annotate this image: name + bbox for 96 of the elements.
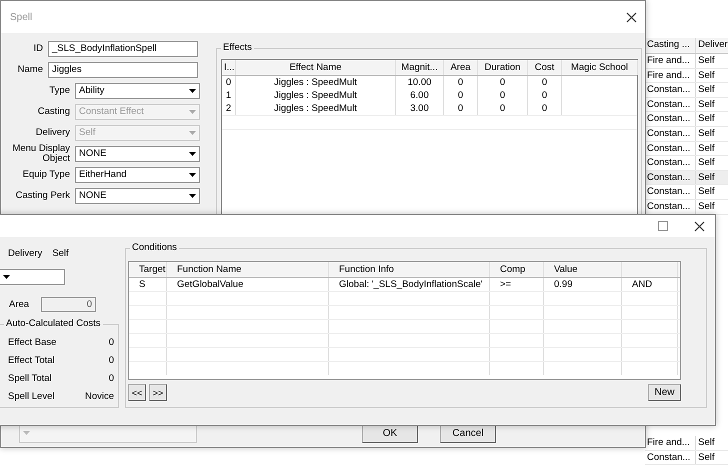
column-header[interactable]: Magic School [562, 60, 638, 75]
table-cell-text: Self [697, 68, 716, 82]
cost-value: 0 [108, 336, 114, 348]
field-label: Delivery [34, 128, 71, 138]
table-cell-text: Self [697, 200, 716, 214]
table-cell: S [129, 278, 167, 291]
window-title: Spell [10, 12, 32, 22]
caret-icon [189, 194, 196, 198]
close-icon[interactable] [694, 220, 705, 232]
table-cell: 0 [528, 76, 562, 89]
column-header[interactable]: Effect Name [236, 60, 396, 75]
cost-label: Effect Base [8, 336, 56, 348]
caret-icon [3, 275, 10, 279]
table-cell: AND [622, 278, 678, 291]
table-cell: 0 [444, 76, 478, 89]
input-field[interactable]: Jiggles [48, 62, 198, 78]
table-cell: 0.99 [544, 278, 622, 291]
table-cell: 3.00 [396, 102, 444, 115]
field-label: Name [16, 64, 44, 74]
dropdown[interactable]: NONE [75, 188, 200, 204]
group-title: Auto-Calculated Costs [4, 318, 103, 329]
dropdown[interactable]: EitherHand [75, 166, 200, 182]
column-header[interactable]: Function Info [329, 262, 490, 277]
table-cell-text: Self [697, 142, 716, 156]
table-cell: Jiggles : SpeedMult [236, 102, 396, 115]
field-label: Equip Type [22, 170, 71, 180]
group-title: Effects [221, 42, 254, 53]
field-label: Type [48, 86, 71, 96]
field-label: Casting [36, 106, 71, 116]
caret-icon [189, 110, 196, 114]
table-cell: 0 [478, 76, 528, 89]
delivery-value: Self [52, 248, 69, 258]
caret-icon [189, 88, 196, 92]
table-cell-text: Self [697, 450, 716, 464]
close-icon[interactable] [626, 12, 637, 22]
table-cell: 0 [444, 89, 478, 102]
column-header[interactable]: Duration [478, 60, 528, 75]
caret-icon [189, 152, 196, 156]
column-header[interactable]: Deliver [696, 38, 728, 53]
dropdown[interactable]: Ability [75, 82, 200, 98]
cost-value: 0 [108, 354, 114, 366]
cost-value: Novice [84, 390, 114, 402]
column-header[interactable]: Magnit... [396, 60, 444, 75]
table-cell: 10.00 [396, 76, 444, 89]
column-header[interactable]: Value [544, 262, 622, 277]
table-cell: 0 [444, 102, 478, 115]
table-cell: GetGlobalValue [167, 278, 329, 291]
table-cell: 0 [528, 102, 562, 115]
dropdown[interactable] [0, 269, 65, 285]
table-cell: 0 [478, 102, 528, 115]
table-cell: 6.00 [396, 89, 444, 102]
new-button[interactable]: New [648, 384, 681, 401]
table-cell: 2 [222, 102, 236, 115]
cost-value: 0 [108, 372, 114, 384]
table-cell: 0 [222, 76, 236, 89]
table-cell: 0 [528, 89, 562, 102]
caret-icon [189, 130, 196, 134]
cost-label: Spell Total [8, 372, 52, 384]
table-cell-text: Self [697, 112, 716, 126]
cost-label: Spell Level [8, 390, 54, 402]
table-cell: Global: '_SLS_BodyInflationScale' [329, 278, 490, 291]
column-header[interactable]: I... [222, 60, 236, 75]
table-cell: Jiggles : SpeedMult [236, 89, 396, 102]
table-cell-text: Self [697, 54, 716, 68]
table-cell-text: Self [697, 436, 716, 450]
table-cell-text: Self [697, 98, 716, 112]
table-cell: 0 [478, 89, 528, 102]
column-header[interactable]: Target [129, 262, 167, 277]
table-cell-text: Self [697, 126, 716, 141]
table-cell: Jiggles : SpeedMult [236, 76, 396, 89]
area-field[interactable]: 0 [41, 297, 96, 312]
dropdown[interactable]: NONE [75, 146, 200, 162]
cost-label: Effect Total [8, 354, 55, 366]
field-label: Delivery [8, 248, 42, 258]
table-cell-text: Self [697, 83, 716, 97]
input-field[interactable]: _SLS_BodyInflationSpell [48, 40, 198, 56]
maximize-icon[interactable] [658, 221, 668, 231]
table-cell: 1 [222, 89, 236, 102]
nav-button[interactable]: << [128, 384, 146, 401]
group-title: Conditions [130, 242, 179, 253]
column-header[interactable]: Comp [490, 262, 544, 277]
column-header[interactable]: Area [444, 60, 478, 75]
table-cell-text: Self [697, 170, 716, 184]
caret-icon [189, 172, 196, 176]
table-cell-text: Self [697, 156, 716, 170]
caret-icon [23, 431, 30, 435]
table-cell-text: Self [697, 185, 716, 199]
nav-button[interactable]: >> [149, 384, 167, 401]
table-cell: >= [490, 278, 544, 291]
column-header[interactable]: Cost [528, 60, 562, 75]
field-label: Casting Perk [14, 190, 71, 200]
table-cell: Constan... [645, 450, 696, 464]
field-label: Menu Display Object [11, 144, 71, 164]
field-label: Area [9, 299, 30, 310]
column-header[interactable]: Function Name [167, 262, 329, 277]
field-label: ID [32, 44, 44, 54]
